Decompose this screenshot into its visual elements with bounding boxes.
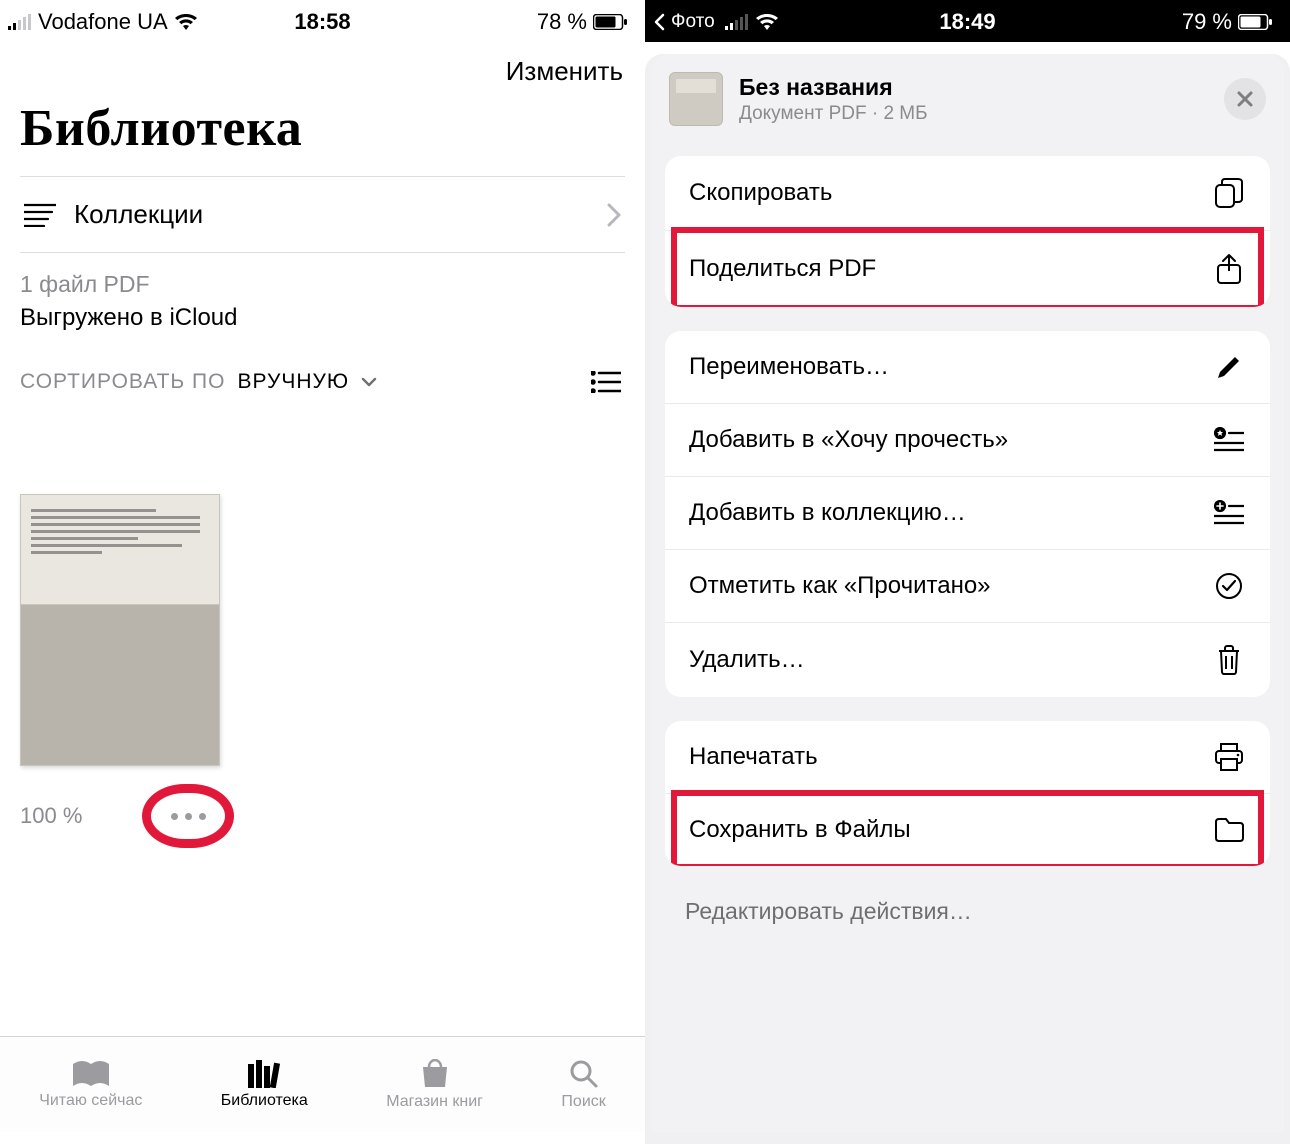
more-button[interactable] — [171, 813, 206, 820]
star-list-icon — [1214, 427, 1244, 453]
action-delete[interactable]: Удалить… — [665, 622, 1270, 697]
books-icon — [244, 1060, 284, 1088]
search-icon — [569, 1059, 599, 1089]
library-meta: 1 файл PDF Выгружено в iCloud — [20, 253, 625, 340]
progress-label: 100 % — [20, 803, 82, 829]
book-thumbnail[interactable] — [20, 494, 220, 766]
wifi-icon — [755, 13, 779, 31]
cell-signal-icon — [8, 14, 32, 30]
close-icon — [1236, 90, 1254, 108]
document-subtitle: Документ PDF · 2 МБ — [739, 103, 1208, 125]
cell-signal-icon — [725, 14, 749, 30]
carrier-label: Vodafone UA — [38, 9, 168, 35]
document-thumbnail — [669, 72, 723, 126]
action-copy[interactable]: Скопировать — [665, 156, 1270, 230]
document-title: Без названия — [739, 74, 1208, 101]
wifi-icon — [174, 13, 198, 31]
printer-icon — [1214, 743, 1244, 771]
action-print[interactable]: Напечатать — [665, 721, 1270, 793]
battery-icon — [1238, 14, 1272, 30]
clock-label: 18:58 — [294, 9, 350, 35]
left-phone-books-library: Vodafone UA 18:58 78 % Изменить Библиоте… — [0, 0, 645, 1132]
battery-percent-label: 79 % — [1182, 9, 1232, 35]
edit-actions-button[interactable]: Редактировать действия… — [651, 890, 1284, 945]
tab-store[interactable]: Магазин книг — [386, 1059, 483, 1111]
sheet-header: Без названия Документ PDF · 2 МБ — [651, 54, 1284, 146]
battery-icon — [593, 14, 627, 30]
copy-icon — [1215, 178, 1243, 208]
icloud-status-label: Выгружено в iCloud — [20, 304, 625, 332]
pencil-icon — [1215, 353, 1243, 381]
chevron-right-icon — [607, 203, 621, 227]
more-button-highlight — [142, 784, 234, 848]
bag-icon — [419, 1059, 451, 1089]
status-bar: Фото 18:49 79 % — [645, 0, 1290, 42]
clock-label: 18:49 — [939, 9, 995, 35]
tab-bar: Читаю сейчас Библиотека Магазин книг Пои… — [0, 1036, 645, 1132]
action-mark-read[interactable]: Отметить как «Прочитано» — [665, 549, 1270, 622]
action-want-to-read[interactable]: Добавить в «Хочу прочесть» — [665, 403, 1270, 476]
status-bar: Vodafone UA 18:58 78 % — [0, 0, 645, 42]
tab-reading-now[interactable]: Читаю сейчас — [39, 1060, 142, 1110]
action-save-to-files[interactable]: Сохранить в Файлы — [665, 793, 1270, 866]
file-count-label: 1 файл PDF — [20, 271, 625, 298]
list-icon — [24, 203, 56, 227]
action-add-collection[interactable]: Добавить в коллекцию… — [665, 476, 1270, 549]
tab-library[interactable]: Библиотека — [221, 1060, 308, 1110]
collections-label: Коллекции — [74, 199, 589, 230]
trash-icon — [1216, 645, 1242, 675]
list-view-icon[interactable] — [591, 371, 621, 393]
edit-button[interactable]: Изменить — [0, 42, 645, 93]
back-app-label[interactable]: Фото — [671, 11, 715, 33]
tab-search[interactable]: Поиск — [561, 1059, 605, 1111]
checkmark-circle-icon — [1215, 572, 1243, 600]
share-icon — [1216, 253, 1242, 285]
collections-row[interactable]: Коллекции — [20, 177, 625, 252]
plus-list-icon — [1214, 500, 1244, 526]
close-button[interactable] — [1224, 78, 1266, 120]
action-rename[interactable]: Переименовать… — [665, 331, 1270, 403]
battery-percent-label: 78 % — [537, 9, 587, 35]
action-share-pdf[interactable]: Поделиться PDF — [665, 230, 1270, 307]
book-open-icon — [71, 1060, 111, 1088]
page-title: Библиотека — [20, 93, 625, 176]
right-phone-share-sheet: Фото 18:49 79 % Без названия Документ PD… — [645, 0, 1290, 1132]
sort-label: СОРТИРОВАТЬ ПО — [20, 370, 225, 394]
sort-value-button[interactable]: ВРУЧНУЮ — [237, 370, 349, 394]
chevron-down-icon — [361, 377, 377, 387]
folder-icon — [1214, 818, 1244, 842]
back-chevron-icon[interactable] — [653, 13, 665, 31]
